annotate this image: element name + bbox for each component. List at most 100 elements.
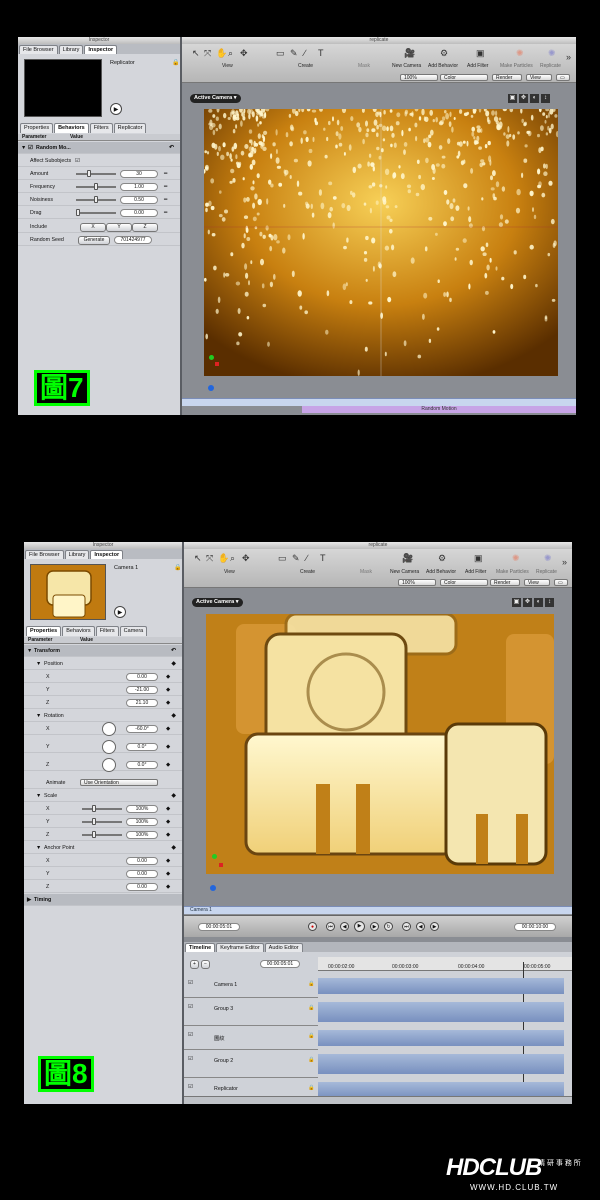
toolbar-overflow-icon[interactable]: » bbox=[566, 52, 571, 62]
select-tool-icon[interactable]: ↖ bbox=[194, 553, 202, 564]
keyframe-icon[interactable]: ◆ bbox=[171, 790, 176, 802]
param-value-field[interactable]: 0.0° bbox=[126, 743, 158, 751]
rotation-dial[interactable] bbox=[102, 758, 116, 772]
hand-tool-icon[interactable]: ✋ bbox=[218, 553, 229, 564]
text-tool-icon[interactable]: T bbox=[318, 48, 324, 58]
3d-tool-icon[interactable]: ✥ bbox=[242, 553, 250, 564]
reset-icon[interactable]: ↶ bbox=[169, 142, 174, 154]
keyframe-icon[interactable]: ◆ bbox=[166, 759, 170, 771]
new-camera-icon[interactable]: 🎥 bbox=[404, 48, 415, 59]
timeline-time-field[interactable]: 00:00:05:01 bbox=[260, 960, 300, 968]
remove-layer-button[interactable]: − bbox=[201, 960, 210, 969]
tab-inspector[interactable]: Inspector bbox=[84, 45, 118, 54]
text-tool-icon[interactable]: T bbox=[320, 553, 326, 563]
disclosure-triangle-icon[interactable]: ▼ bbox=[21, 142, 26, 154]
lock-icon[interactable]: 🔒 bbox=[308, 1033, 315, 1039]
new-camera-icon[interactable]: 🎥 bbox=[402, 553, 413, 564]
play-button[interactable]: ▶ bbox=[114, 606, 126, 618]
play-transport-button[interactable]: ▶ bbox=[354, 921, 365, 932]
camera-timebar[interactable]: Camera 1 bbox=[184, 906, 572, 914]
keyframe-icon[interactable]: ◆ bbox=[171, 710, 176, 722]
param-value-field[interactable]: 0.00 bbox=[126, 870, 158, 878]
step-back-button[interactable]: ◀ bbox=[340, 922, 349, 931]
tab-library[interactable]: Library bbox=[58, 45, 84, 54]
param-value-field[interactable]: 100% bbox=[126, 805, 158, 813]
keyframe-icon[interactable]: ◆ bbox=[171, 842, 176, 854]
record-button[interactable]: ● bbox=[308, 922, 317, 931]
layer-enable-checkbox[interactable]: ☑ bbox=[188, 1084, 193, 1090]
tab-file-browser[interactable]: File Browser bbox=[19, 45, 58, 54]
rotation-dial[interactable] bbox=[102, 722, 116, 736]
keyframe-icon[interactable]: ◆ bbox=[166, 684, 170, 696]
keyframe-icon[interactable]: ◆ bbox=[166, 741, 170, 753]
render-select[interactable]: Render bbox=[490, 579, 520, 586]
param-value-field[interactable]: -21.00 bbox=[126, 686, 158, 694]
param-value-field[interactable]: 0.0° bbox=[126, 761, 158, 769]
dolly-icon[interactable]: ↕ bbox=[541, 94, 550, 103]
param-slider[interactable] bbox=[82, 805, 122, 812]
keyframe-icon[interactable]: ◆ bbox=[166, 671, 170, 683]
make-particles-icon[interactable]: ✺ bbox=[512, 553, 520, 564]
layer-enable-checkbox[interactable]: ☑ bbox=[188, 1056, 193, 1062]
zoom-tool-icon[interactable]: ⌕ bbox=[230, 553, 235, 564]
keyframe-icon[interactable]: ◆ bbox=[166, 803, 170, 815]
tab-filters[interactable]: Filters bbox=[89, 123, 113, 133]
paint-tool-icon[interactable]: ∕ bbox=[306, 553, 308, 563]
seed-field[interactable]: 701424977 bbox=[114, 236, 152, 244]
tab-library[interactable]: Library bbox=[64, 550, 90, 559]
disclosure-triangle-icon[interactable]: ▼ bbox=[36, 842, 41, 854]
slider-knob[interactable] bbox=[94, 183, 98, 190]
make-particles-button[interactable]: Make Particles bbox=[496, 569, 529, 575]
color-select[interactable]: Color bbox=[440, 74, 488, 81]
zoom-tool-icon[interactable]: ⌕ bbox=[228, 48, 233, 59]
layer-enable-checkbox[interactable]: ☑ bbox=[188, 1032, 193, 1038]
volume-button[interactable]: ▶ bbox=[430, 922, 439, 931]
affect-subobjects-checkbox[interactable]: ☑ bbox=[75, 155, 80, 167]
disclosure-triangle-icon[interactable]: ▶ bbox=[27, 894, 31, 906]
tab-behaviors[interactable]: Behaviors bbox=[54, 123, 89, 133]
camera-view-icon[interactable]: ▣ bbox=[508, 94, 517, 103]
param-slider[interactable] bbox=[76, 183, 116, 190]
keyframe-icon[interactable]: ◆ bbox=[166, 855, 170, 867]
keyframe-icon[interactable]: ━ bbox=[164, 194, 167, 206]
add-filter-button[interactable]: Add Filter bbox=[467, 63, 488, 69]
lock-icon[interactable]: 🔒 bbox=[172, 59, 179, 66]
layer-row[interactable]: ☑ Group 3 🔒 bbox=[184, 998, 318, 1026]
keyframe-icon[interactable]: ━ bbox=[164, 207, 167, 219]
lock-icon[interactable]: 🔒 bbox=[174, 564, 181, 571]
rectangle-tool-icon[interactable]: ▭ bbox=[278, 553, 287, 564]
param-slider[interactable] bbox=[82, 831, 122, 838]
slider-knob[interactable] bbox=[76, 209, 80, 216]
layer-track[interactable] bbox=[318, 1030, 564, 1046]
keyframe-icon[interactable]: ◆ bbox=[166, 868, 170, 880]
toolbar-overflow-icon[interactable]: » bbox=[562, 557, 567, 567]
param-slider[interactable] bbox=[76, 196, 116, 203]
param-value-field[interactable]: 0.00 bbox=[126, 883, 158, 891]
view-select[interactable]: View bbox=[524, 579, 550, 586]
param-value-field[interactable]: -60.0° bbox=[126, 725, 158, 733]
go-start-button[interactable]: ⏮ bbox=[326, 922, 335, 931]
keyframe-icon[interactable]: ◆ bbox=[166, 816, 170, 828]
hand-tool-icon[interactable]: ✋ bbox=[216, 48, 227, 59]
layout-select[interactable]: ▭ bbox=[556, 74, 570, 81]
slider-knob[interactable] bbox=[92, 831, 96, 838]
add-behavior-button[interactable]: Add Behavior bbox=[428, 63, 458, 69]
behavior-bar[interactable]: Random Motion bbox=[302, 406, 576, 413]
tab-behaviors[interactable]: Behaviors bbox=[62, 626, 95, 636]
param-value-field[interactable]: 30 bbox=[120, 170, 158, 178]
disclosure-triangle-icon[interactable]: ▼ bbox=[36, 658, 41, 670]
tab-keyframe-editor[interactable]: Keyframe Editor bbox=[216, 943, 264, 952]
camera-view-icon[interactable]: ▣ bbox=[512, 598, 521, 607]
new-camera-button[interactable]: New Camera bbox=[390, 569, 419, 575]
layer-enable-checkbox[interactable]: ☑ bbox=[188, 980, 193, 986]
generate-button[interactable]: Generate bbox=[78, 236, 110, 245]
layer-row[interactable]: ☑ Camera 1 🔒 bbox=[184, 974, 318, 998]
make-particles-icon[interactable]: ✺ bbox=[516, 48, 524, 59]
orbit-icon[interactable]: ✥ bbox=[519, 94, 528, 103]
3d-tool-icon[interactable]: ✥ bbox=[240, 48, 248, 59]
param-value-field[interactable]: 0.00 bbox=[126, 857, 158, 865]
slider-knob[interactable] bbox=[92, 805, 96, 812]
add-filter-icon[interactable]: ▣ bbox=[474, 553, 483, 564]
param-value-field[interactable]: 0.00 bbox=[120, 209, 158, 217]
make-particles-button[interactable]: Make Particles bbox=[500, 63, 533, 69]
